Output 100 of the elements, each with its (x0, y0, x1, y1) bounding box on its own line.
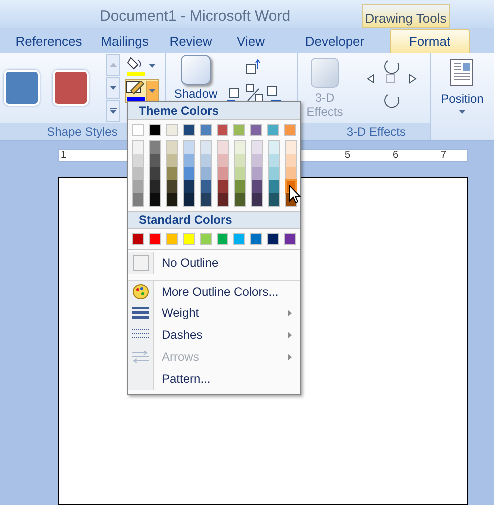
shape-style-swatch[interactable] (53, 70, 89, 106)
position-button[interactable]: Position (441, 59, 484, 114)
color-swatch[interactable] (235, 193, 245, 206)
palette-icon (132, 284, 148, 300)
page-position-icon (450, 59, 474, 87)
shape-style-swatch[interactable] (4, 70, 40, 106)
color-swatch[interactable] (269, 141, 279, 154)
color-swatch[interactable] (133, 180, 143, 193)
ribbon-tab[interactable]: References (8, 31, 90, 53)
color-swatch[interactable] (269, 193, 279, 206)
color-swatch[interactable] (252, 141, 262, 154)
color-swatch[interactable] (216, 124, 228, 136)
ribbon-tab[interactable]: Format (390, 29, 470, 53)
color-swatch[interactable] (284, 233, 296, 245)
color-swatch[interactable] (182, 233, 195, 245)
color-swatch[interactable] (218, 193, 228, 206)
color-swatch[interactable] (150, 167, 160, 180)
color-swatch[interactable] (167, 141, 177, 154)
color-swatch[interactable] (286, 167, 296, 180)
ribbon-tab[interactable]: Mailings (90, 31, 160, 53)
color-swatch[interactable] (132, 233, 144, 245)
color-swatch[interactable] (269, 167, 279, 180)
color-swatch[interactable] (201, 167, 211, 180)
color-swatch[interactable] (250, 124, 262, 136)
color-swatch[interactable] (166, 124, 178, 136)
color-swatch[interactable] (201, 141, 211, 154)
ribbon-tab[interactable]: Developer (280, 31, 390, 53)
scroll-down-button[interactable] (106, 77, 120, 99)
shape-fill-button[interactable] (125, 56, 159, 76)
color-swatch[interactable] (182, 124, 195, 136)
color-swatch[interactable] (148, 233, 161, 245)
color-swatch[interactable] (150, 141, 160, 154)
color-swatch[interactable] (218, 180, 228, 193)
color-swatch[interactable] (250, 233, 262, 245)
color-swatch[interactable] (218, 154, 228, 167)
color-swatch[interactable] (167, 167, 177, 180)
color-swatch[interactable] (235, 141, 245, 154)
color-swatch[interactable] (133, 141, 143, 154)
color-swatch[interactable] (233, 124, 246, 136)
line-dashes-icon (132, 329, 149, 341)
shape-outline-button[interactable] (125, 79, 159, 103)
color-swatch[interactable] (132, 124, 144, 136)
caret-icon (458, 110, 466, 114)
menu-item[interactable]: No Outline (128, 252, 300, 274)
color-swatch[interactable] (235, 167, 245, 180)
ruler-number: 1 (61, 149, 67, 163)
color-swatch[interactable] (218, 141, 228, 154)
color-swatch[interactable] (167, 154, 177, 167)
color-swatch[interactable] (150, 154, 160, 167)
color-swatch[interactable] (269, 180, 279, 193)
color-swatch[interactable] (233, 233, 246, 245)
color-swatch[interactable] (235, 154, 245, 167)
color-swatch[interactable] (216, 233, 228, 245)
menu-item[interactable]: Pattern... (128, 368, 300, 390)
color-swatch[interactable] (133, 193, 143, 206)
color-swatch[interactable] (286, 154, 296, 167)
menu-item[interactable]: Dashes (128, 324, 300, 346)
ruler-number: 6 (393, 149, 399, 163)
color-swatch[interactable] (235, 180, 245, 193)
color-swatch[interactable] (252, 180, 262, 193)
color-swatch[interactable] (286, 141, 296, 154)
color-swatch[interactable] (184, 193, 194, 206)
color-swatch[interactable] (133, 154, 143, 167)
color-swatch[interactable] (201, 193, 211, 206)
color-swatch[interactable] (269, 154, 279, 167)
ribbon-tab[interactable]: Review (160, 31, 222, 53)
color-swatch[interactable] (252, 154, 262, 167)
color-swatch[interactable] (200, 124, 212, 136)
color-swatch[interactable] (218, 167, 228, 180)
color-swatch[interactable] (184, 154, 194, 167)
contextual-tab-label: Drawing Tools (362, 4, 450, 28)
up-arrow-icon (110, 63, 116, 67)
color-swatch[interactable] (184, 180, 194, 193)
window-title: Document1 - Microsoft Word (100, 7, 291, 27)
ruler-number: 7 (441, 149, 447, 163)
color-swatch[interactable] (166, 233, 178, 245)
color-swatch[interactable] (150, 193, 160, 206)
color-swatch[interactable] (267, 124, 280, 136)
color-swatch[interactable] (184, 167, 194, 180)
more-styles-button[interactable] (106, 100, 120, 122)
color-swatch[interactable] (200, 233, 212, 245)
shadow-button[interactable]: Shadow (166, 53, 226, 103)
color-swatch[interactable] (184, 141, 194, 154)
menu-item[interactable]: More Outline Colors... (128, 280, 300, 302)
color-swatch[interactable] (201, 154, 211, 167)
color-swatch[interactable] (167, 180, 177, 193)
color-swatch[interactable] (252, 167, 262, 180)
menu-item[interactable]: Weight (128, 302, 300, 324)
color-swatch[interactable] (167, 193, 177, 206)
caret-icon (149, 89, 156, 93)
color-swatch[interactable] (252, 193, 262, 206)
section-header: Standard Colors (128, 211, 300, 229)
color-swatch[interactable] (201, 180, 211, 193)
color-swatch[interactable] (133, 167, 143, 180)
ribbon-tab[interactable]: View (222, 31, 280, 53)
color-swatch[interactable] (267, 233, 280, 245)
color-swatch[interactable] (150, 180, 160, 193)
color-swatch[interactable] (284, 124, 296, 136)
caret-icon (149, 64, 156, 68)
color-swatch[interactable] (148, 124, 161, 136)
